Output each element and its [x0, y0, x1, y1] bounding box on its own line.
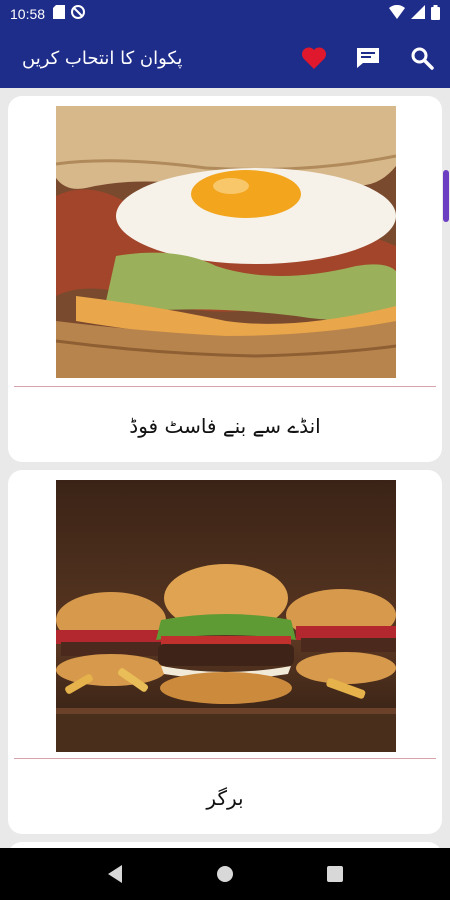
scrollbar-thumb[interactable] [443, 170, 449, 222]
page-title: پکوان کا انتحاب کریں [22, 47, 183, 69]
list-item[interactable]: انڈے سے بنے فاسٹ فوڈ [8, 96, 442, 462]
search-icon[interactable] [408, 44, 436, 72]
favorites-heart-icon[interactable] [300, 44, 328, 72]
scrollbar[interactable] [442, 88, 450, 848]
recipe-list[interactable]: انڈے سے بنے فاسٹ فوڈ برگر [0, 88, 450, 848]
card-title: برگر [206, 786, 244, 810]
messages-icon[interactable] [354, 44, 382, 72]
battery-icon [431, 4, 440, 24]
status-time: 10:58 [10, 6, 46, 22]
home-icon[interactable] [210, 859, 240, 889]
egg-sandwich-image [56, 106, 396, 378]
sd-card-icon [53, 5, 66, 23]
system-nav-bar [0, 848, 450, 900]
card-divider [14, 386, 436, 387]
list-item[interactable]: برگر [8, 470, 442, 834]
status-bar: 10:58 [0, 0, 450, 28]
wifi-icon [389, 4, 405, 23]
app-bar: پکوان کا انتحاب کریں [0, 28, 450, 88]
back-icon[interactable] [100, 859, 130, 889]
signal-icon [411, 5, 425, 23]
burgers-image [56, 480, 396, 752]
recents-icon[interactable] [320, 859, 350, 889]
no-disturb-icon [71, 5, 86, 23]
card-divider [14, 758, 436, 759]
card-title: انڈے سے بنے فاسٹ فوڈ [129, 414, 321, 438]
